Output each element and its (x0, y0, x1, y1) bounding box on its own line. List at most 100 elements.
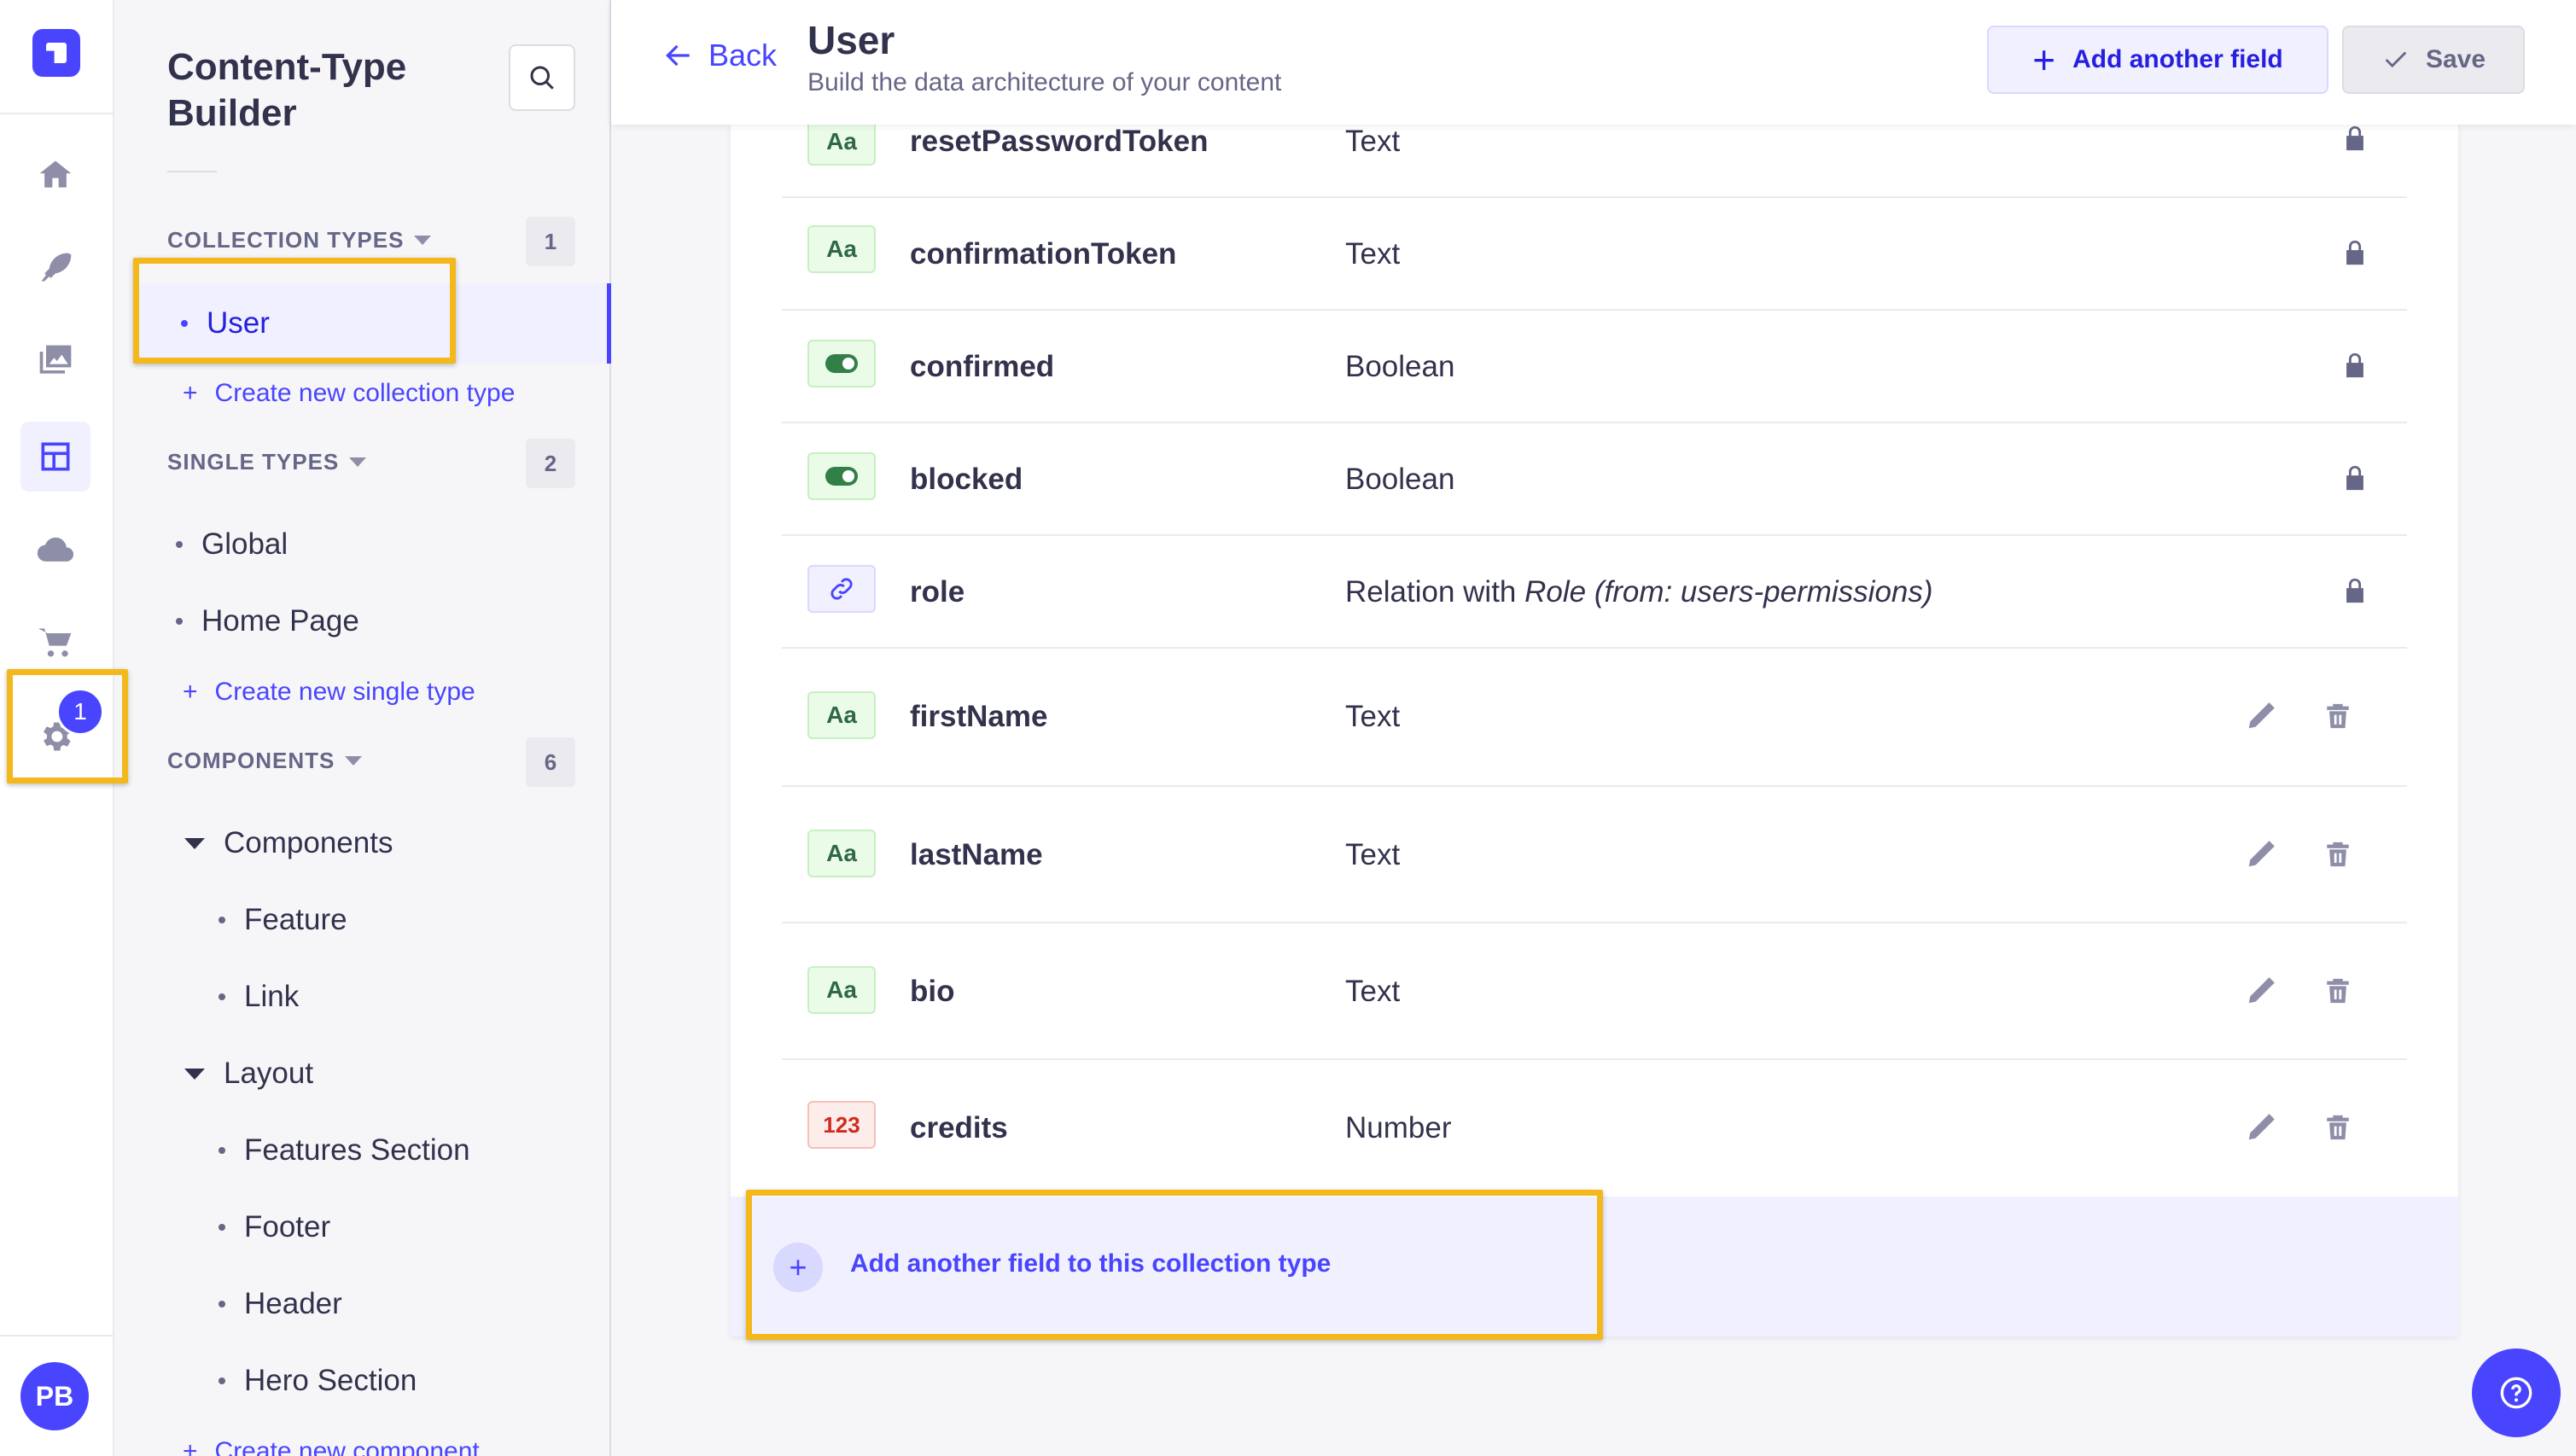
field-row-confirmed[interactable]: confirmed Boolean (782, 311, 2407, 423)
field-row-credits[interactable]: 123 credits Number (782, 1060, 2407, 1197)
field-name: blocked (910, 463, 1023, 496)
field-name: resetPasswordToken (910, 125, 1209, 158)
create-collection-type-link[interactable]: + Create new collection type (183, 379, 515, 408)
field-name: confirmed (910, 350, 1055, 383)
subnav-item-feature[interactable]: Feature (219, 903, 347, 937)
subnav-item-features-section[interactable]: Features Section (219, 1133, 470, 1168)
create-single-type-link[interactable]: + Create new single type (183, 678, 475, 707)
caret-down-icon (349, 457, 367, 467)
boolean-field-icon (807, 340, 876, 387)
caret-down-icon (184, 837, 205, 849)
content-type-builder-icon[interactable] (20, 422, 90, 492)
lock-icon (2346, 240, 2363, 265)
collection-types-toggle[interactable]: COLLECTION TYPES (167, 227, 432, 253)
field-name: firstName (910, 700, 1048, 733)
strapi-logo-icon[interactable] (32, 29, 80, 77)
component-group-components[interactable]: Components (184, 826, 393, 860)
field-row-bio[interactable]: Aa bio Text (782, 923, 2407, 1060)
caret-down-icon (414, 236, 432, 245)
lock-icon (2346, 578, 2363, 603)
relation-field-icon (807, 565, 876, 613)
bullet-icon (176, 618, 183, 625)
content-manager-feather-icon[interactable] (20, 232, 90, 302)
subnav-item-header[interactable]: Header (219, 1287, 342, 1321)
component-group-layout[interactable]: Layout (184, 1057, 313, 1091)
content-type-builder-subnav: Content-Type Builder COLLECTION TYPES 1 … (116, 0, 611, 1456)
bullet-icon (181, 320, 188, 327)
subnav-item-user[interactable]: User (137, 283, 611, 364)
trash-delete-icon[interactable] (2323, 1111, 2352, 1144)
plus-icon: + (183, 1437, 198, 1456)
field-type: Text (1345, 975, 1401, 1008)
field-name: bio (910, 975, 955, 1008)
save-button[interactable]: Save (2342, 26, 2525, 94)
plus-icon: + (183, 678, 198, 706)
text-field-icon: Aa (807, 830, 876, 877)
single-types-count: 2 (526, 439, 575, 488)
pencil-edit-icon[interactable] (2245, 975, 2277, 1007)
field-type: Number (1345, 1111, 1452, 1144)
field-name: lastName (910, 838, 1043, 871)
create-component-link[interactable]: + Create new component (183, 1437, 480, 1456)
field-row-role[interactable]: role Relation with Role (from: users-per… (782, 536, 2407, 649)
field-row-firstName[interactable]: Aa firstName Text (782, 649, 2407, 787)
field-row-lastName[interactable]: Aa lastName Text (782, 787, 2407, 923)
arrow-left-icon (666, 44, 690, 67)
check-icon (2385, 51, 2407, 68)
field-type: Boolean (1345, 350, 1455, 383)
text-field-icon: Aa (807, 966, 876, 1014)
marketplace-cart-icon[interactable] (20, 608, 90, 678)
bullet-icon (219, 1377, 225, 1384)
pencil-edit-icon[interactable] (2245, 700, 2277, 732)
back-link[interactable]: Back (662, 38, 777, 73)
add-field-to-collection-button[interactable]: + Add another field to this collection t… (731, 1197, 2458, 1337)
subnav-search-button[interactable] (509, 44, 575, 111)
fields-list: Aa resetPasswordToken Text Aa confirmati… (731, 0, 2458, 1337)
boolean-field-icon (807, 452, 876, 500)
text-field-icon: Aa (807, 225, 876, 273)
lock-icon (2346, 465, 2363, 491)
bullet-icon (176, 541, 183, 548)
subnav-item-link[interactable]: Link (219, 980, 299, 1014)
single-types-toggle[interactable]: SINGLE TYPES (167, 449, 367, 475)
lock-icon (2346, 125, 2363, 151)
app: 1 PB Content-Type Builder COLLECTION TYP… (0, 0, 2576, 1456)
bullet-icon (219, 1301, 225, 1307)
media-library-icon[interactable] (20, 326, 90, 396)
field-row-confirmationToken[interactable]: Aa confirmationToken Text (782, 198, 2407, 311)
field-type: Text (1345, 838, 1401, 871)
lock-icon (2346, 352, 2363, 378)
pencil-edit-icon[interactable] (2245, 838, 2277, 871)
subnav-item-footer[interactable]: Footer (219, 1210, 330, 1244)
bullet-icon (219, 993, 225, 1000)
field-type: Text (1345, 700, 1401, 733)
trash-delete-icon[interactable] (2323, 975, 2352, 1007)
cloud-deploy-icon[interactable] (20, 515, 90, 585)
home-icon[interactable] (20, 140, 90, 210)
plus-circle-icon: + (773, 1243, 823, 1292)
subnav-item-global[interactable]: Global (176, 527, 288, 562)
caret-down-icon (184, 1068, 205, 1080)
bullet-icon (219, 1224, 225, 1231)
add-field-label: Add another field to this collection typ… (850, 1249, 1332, 1278)
field-type: Relation with Role (from: users-permissi… (1345, 575, 1933, 609)
trash-delete-icon[interactable] (2323, 838, 2352, 871)
bullet-icon (219, 917, 225, 923)
plus-icon: + (183, 379, 198, 407)
text-field-icon: Aa (807, 118, 876, 166)
page-subtitle: Build the data architecture of your cont… (807, 68, 1282, 96)
field-type: Text (1345, 125, 1401, 158)
help-button[interactable] (2472, 1348, 2561, 1437)
text-field-icon: Aa (807, 691, 876, 739)
pencil-edit-icon[interactable] (2245, 1111, 2277, 1144)
subnav-item-hero-section[interactable]: Hero Section (219, 1364, 417, 1398)
trash-delete-icon[interactable] (2323, 700, 2352, 732)
collection-types-count: 1 (526, 217, 575, 266)
question-circle-icon (2500, 1377, 2532, 1409)
field-row-blocked[interactable]: blocked Boolean (782, 423, 2407, 536)
user-avatar[interactable]: PB (20, 1362, 89, 1430)
subnav-item-home-page[interactable]: Home Page (176, 604, 359, 638)
components-toggle[interactable]: COMPONENTS (167, 748, 363, 774)
add-another-field-button[interactable]: + Add another field (1987, 26, 2328, 94)
field-name: credits (910, 1111, 1008, 1144)
